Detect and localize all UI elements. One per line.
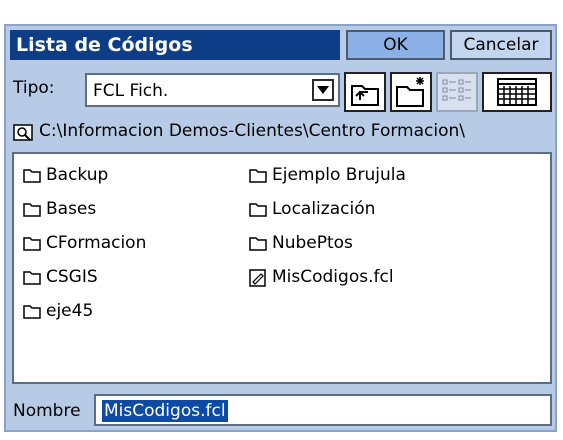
tipo-dropdown[interactable]: FCL Fich.: [85, 73, 340, 107]
file-edit-icon: [249, 269, 266, 287]
nombre-input[interactable]: MisCodigos.fcl: [94, 394, 552, 426]
folder-icon: [249, 169, 267, 183]
nombre-selected-text: MisCodigos.fcl: [102, 400, 228, 422]
file-list[interactable]: Backup Bases CFormacion CSGIS eje45 Ejem…: [12, 152, 552, 384]
folder-icon: [249, 203, 267, 217]
dialog-title: Lista de Códigos: [10, 30, 340, 60]
folder-icon: [249, 237, 267, 251]
new-folder-icon: [396, 77, 424, 107]
up-folder-button[interactable]: [344, 72, 386, 112]
folder-icon: [23, 203, 41, 217]
nombre-label: Nombre: [13, 401, 81, 421]
tipo-label: Tipo:: [13, 78, 55, 98]
folder-search-icon: [13, 124, 33, 141]
up-folder-icon: [351, 85, 379, 106]
folder-icon: [23, 237, 41, 251]
tipo-selected-value: FCL Fich.: [93, 81, 169, 101]
cancel-button[interactable]: Cancelar: [450, 30, 552, 60]
details-view-button[interactable]: [482, 72, 552, 112]
new-folder-button[interactable]: [390, 72, 432, 112]
current-path: C:\Informacion Demos-Clientes\Centro For…: [39, 121, 465, 141]
path-bar: C:\Informacion Demos-Clientes\Centro For…: [12, 118, 552, 148]
folder-icon: [23, 305, 41, 319]
chevron-down-icon[interactable]: [312, 79, 334, 101]
list-view-icon: [442, 79, 471, 101]
list-view-button[interactable]: [436, 72, 478, 112]
folder-icon: [23, 169, 41, 183]
ok-button[interactable]: OK: [346, 30, 445, 60]
details-view-icon: [497, 78, 537, 106]
folder-icon: [23, 271, 41, 285]
